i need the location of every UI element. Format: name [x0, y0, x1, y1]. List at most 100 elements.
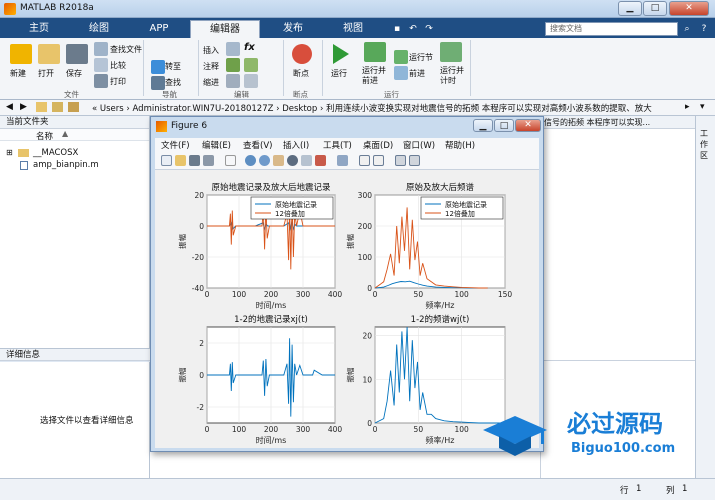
redo-icon[interactable]: ↷ — [422, 22, 436, 36]
folder-icon[interactable] — [36, 102, 47, 112]
browse-folder-icon[interactable] — [68, 102, 79, 112]
editor-tab-title[interactable]: 信号的拓频 本程序可以实现... — [540, 116, 695, 129]
open-button[interactable]: 打开 — [38, 68, 54, 79]
find-button[interactable]: 查找 — [165, 77, 181, 88]
insert-section-icon[interactable] — [226, 42, 240, 56]
chevron-down-icon[interactable]: ▾ — [700, 102, 705, 112]
print-button[interactable]: 打印 — [110, 76, 126, 87]
save-disk-icon — [66, 44, 88, 64]
ribbon-separator — [198, 40, 199, 96]
figure-close-button[interactable]: ✕ — [515, 119, 541, 132]
menu-edit[interactable]: 编辑(E) — [202, 139, 231, 151]
save-icon[interactable] — [189, 155, 200, 166]
menu-insert[interactable]: 插入(I) — [283, 139, 309, 151]
run-time-button[interactable]: 运行并计时 — [440, 66, 466, 86]
comment-button[interactable]: 注释 — [203, 61, 219, 72]
legend: 原始地震记录12倍叠加 — [420, 196, 504, 220]
tab-plots[interactable]: 绘图 — [74, 20, 124, 38]
legend: 原始地震记录12倍叠加 — [250, 196, 334, 220]
run-section-button[interactable]: 运行节 — [409, 52, 433, 63]
advance-button[interactable]: 前进 — [409, 68, 425, 79]
col-value: 1 — [682, 484, 688, 494]
breakpoints-button[interactable]: 断点 — [293, 68, 309, 79]
maximize-button[interactable]: □ — [643, 1, 667, 16]
menu-desktop[interactable]: 桌面(D) — [363, 139, 393, 151]
wrap-icon[interactable] — [244, 58, 258, 72]
tab-publish[interactable]: 发布 — [268, 20, 318, 38]
run-advance-icon — [364, 42, 386, 62]
compare-button[interactable]: 比较 — [110, 60, 126, 71]
close-button[interactable]: ✕ — [669, 1, 709, 16]
menu-file[interactable]: 文件(F) — [161, 139, 190, 151]
x-tick-label: 300 — [296, 290, 311, 299]
save-icon[interactable]: ▪ — [390, 22, 404, 36]
file-name: __MACOSX — [33, 148, 79, 158]
print-icon — [94, 74, 108, 88]
back-icon[interactable]: ◀ — [6, 102, 13, 112]
fx-button[interactable]: fx — [244, 42, 255, 53]
workspace-tab[interactable]: 工作区 — [700, 128, 712, 161]
expand-icon[interactable]: ⊞ — [6, 147, 13, 159]
indent-icon[interactable] — [226, 74, 240, 88]
comment-icon[interactable] — [226, 58, 240, 72]
pointer-icon[interactable] — [225, 155, 236, 166]
new-figure-icon[interactable] — [161, 155, 172, 166]
menu-help[interactable]: 帮助(H) — [445, 139, 475, 151]
indent-button[interactable]: 缩进 — [203, 77, 219, 88]
folder-up-icon[interactable] — [52, 102, 63, 112]
new-button[interactable]: 新建 — [10, 68, 26, 79]
find-file-button[interactable]: 查找文件 — [110, 44, 142, 55]
subplot-1: 0 100 200 300 400 -40 -20 0 20 原始地震记录及放大后地震记录时间/m… — [177, 182, 342, 310]
address-bar: ◀ ▶ « Users › Administrator.WIN7U-201801… — [0, 100, 715, 116]
insert-button[interactable]: 插入 — [203, 45, 219, 56]
x-tick-label: 200 — [264, 425, 279, 434]
forward-icon[interactable]: ▶ — [20, 102, 27, 112]
legend-entry: 12倍叠加 — [275, 209, 305, 218]
run-button[interactable]: 运行 — [331, 68, 347, 79]
list-item[interactable]: amp_bianpin.m — [0, 159, 149, 171]
y-tick-label: -40 — [192, 284, 204, 293]
list-item[interactable]: ⊞ __MACOSX — [0, 147, 149, 159]
chevron-right-icon[interactable]: ▸ — [685, 102, 690, 112]
menu-tools[interactable]: 工具(T) — [323, 139, 352, 151]
minimize-button[interactable]: ▁ — [618, 1, 642, 16]
x-tick-label: 400 — [328, 290, 343, 299]
print-icon[interactable] — [203, 155, 214, 166]
tab-home[interactable]: 主页 — [14, 20, 64, 38]
link-plot-icon[interactable] — [337, 155, 348, 166]
y-tick-label: 300 — [358, 191, 373, 200]
tab-editor[interactable]: 编辑器 — [190, 20, 260, 38]
group-nav-label: 导航 — [162, 90, 177, 99]
goto-button[interactable]: 转至 — [165, 61, 181, 72]
figure-maximize-button[interactable]: □ — [494, 119, 514, 132]
brush-icon[interactable] — [315, 155, 326, 166]
undo-icon[interactable]: ↶ — [406, 22, 420, 36]
name-column-header[interactable]: 名称 — [36, 130, 53, 142]
menu-window[interactable]: 窗口(W) — [403, 139, 435, 151]
y-tick-label: 0 — [199, 371, 204, 380]
outdent-icon[interactable] — [244, 74, 258, 88]
hide-tools-icon[interactable] — [395, 155, 406, 166]
legend-icon[interactable] — [373, 155, 384, 166]
plot-title: 原始地震记录及放大后地震记录 — [211, 182, 331, 193]
data-cursor-icon[interactable] — [301, 155, 312, 166]
pan-icon[interactable] — [273, 155, 284, 166]
dock-icon[interactable] — [409, 155, 420, 166]
search-input[interactable]: 搜索文档 — [545, 22, 678, 36]
colorbar-icon[interactable] — [359, 155, 370, 166]
rotate-icon[interactable] — [287, 155, 298, 166]
tab-apps[interactable]: APP — [134, 20, 184, 38]
tab-view[interactable]: 视图 — [328, 20, 378, 38]
zoom-in-icon[interactable] — [245, 155, 256, 166]
menu-view[interactable]: 查看(V) — [243, 139, 272, 151]
figure-minimize-button[interactable]: ▁ — [473, 119, 493, 132]
subplot-2: 0 50 100 150 0 100 200 300 原始及放大后频谱频率/Hz 振幅 原始地震记录… — [345, 182, 512, 310]
address-path[interactable]: « Users › Administrator.WIN7U-20180127Z … — [92, 102, 652, 114]
zoom-out-icon[interactable] — [259, 155, 270, 166]
save-button[interactable]: 保存 — [66, 68, 82, 79]
column-header[interactable]: 名称 ▲ — [0, 129, 149, 142]
open-icon[interactable] — [175, 155, 186, 166]
help-icon[interactable]: ? — [697, 22, 711, 36]
search-icon[interactable]: ⌕ — [680, 22, 694, 36]
run-advance-button[interactable]: 运行并前进 — [362, 66, 390, 86]
